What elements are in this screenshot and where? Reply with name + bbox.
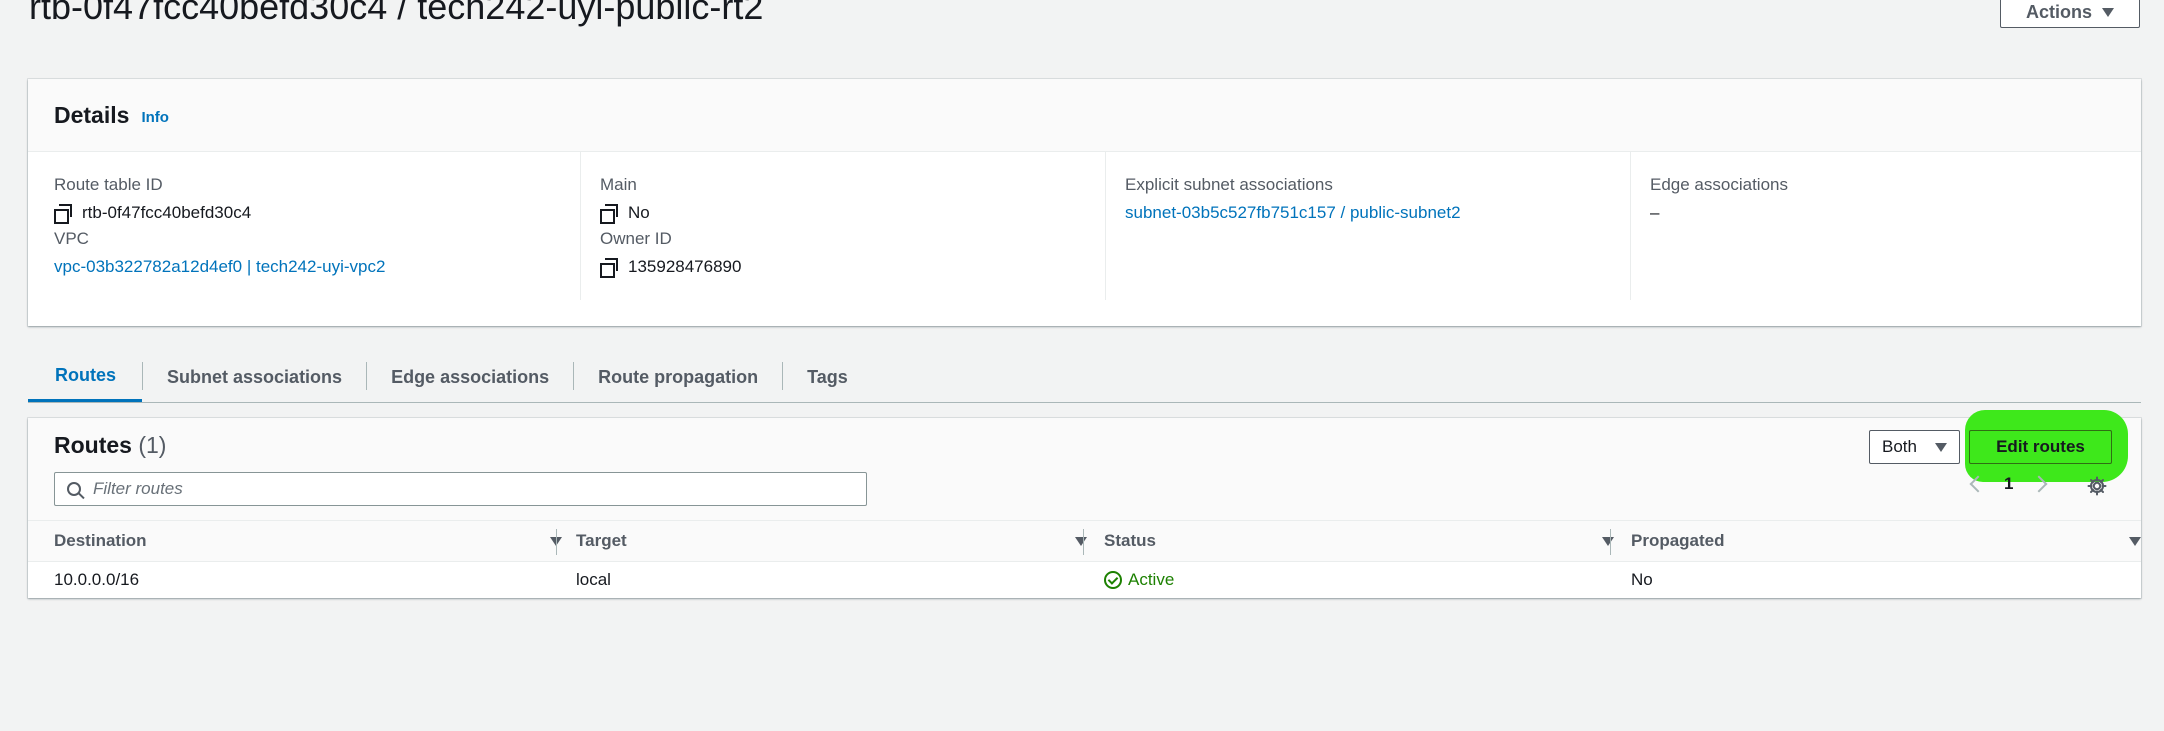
caret-down-icon bbox=[2102, 7, 2114, 17]
check-circle-icon bbox=[1104, 570, 1122, 589]
table-row: 10.0.0.0/16 local Active No bbox=[28, 561, 2141, 598]
sort-icon[interactable] bbox=[1602, 536, 1614, 546]
explicit-subnet-link[interactable]: subnet-03b5c527fb751c157 / public-subnet… bbox=[1125, 203, 1461, 223]
details-grid: Route table ID rtb-0f47fcc40befd30c4 VPC… bbox=[28, 152, 2141, 326]
sort-icon[interactable] bbox=[1075, 536, 1087, 546]
main-label: Main bbox=[600, 175, 637, 194]
column-divider[interactable] bbox=[1083, 529, 1084, 555]
owner-id: 135928476890 bbox=[628, 257, 742, 276]
cell-target: local bbox=[576, 569, 611, 589]
edit-routes-button[interactable]: Edit routes bbox=[1969, 430, 2112, 464]
details-column-4: Edge associations – bbox=[1630, 152, 2156, 300]
explicit-subnet-label: Explicit subnet associations bbox=[1125, 175, 1333, 194]
filter-routes-input[interactable] bbox=[91, 478, 855, 500]
column-header-label: Propagated bbox=[1631, 531, 1725, 550]
route-table-id: rtb-0f47fcc40befd30c4 bbox=[82, 203, 252, 222]
actions-label: Actions bbox=[2025, 1, 2092, 22]
details-panel: Details Info Route table ID rtb-0f47fcc4… bbox=[28, 79, 2141, 326]
column-header-destination[interactable]: Destination bbox=[54, 521, 562, 561]
vpc-link[interactable]: vpc-03b322782a12d4ef0 | tech242-uyi-vpc2 bbox=[54, 257, 385, 277]
column-divider[interactable] bbox=[1610, 529, 1611, 555]
filter-routes-field[interactable] bbox=[54, 472, 867, 506]
gear-icon[interactable] bbox=[2087, 476, 2107, 496]
chevron-left-icon[interactable] bbox=[1969, 475, 1987, 493]
column-header-status[interactable]: Status bbox=[1104, 521, 1614, 561]
info-link[interactable]: Info bbox=[141, 109, 169, 126]
vpc-label: VPC bbox=[54, 229, 89, 248]
routes-header: Routes (1) Both Edit routes 1 bbox=[28, 410, 2141, 520]
tab-subnet-associations[interactable]: Subnet associations bbox=[143, 352, 366, 402]
chevron-right-icon[interactable] bbox=[2030, 475, 2048, 493]
routes-title-text: Routes bbox=[54, 432, 132, 458]
details-header: Details Info bbox=[28, 79, 2141, 152]
tab-bar: Routes Subnet associations Edge associat… bbox=[28, 352, 2141, 403]
routes-count: (1) bbox=[138, 432, 167, 458]
page-number[interactable]: 1 bbox=[2004, 474, 2013, 494]
actions-button[interactable]: Actions bbox=[2000, 0, 2140, 28]
column-header-label: Status bbox=[1104, 531, 1156, 550]
tab-route-propagation[interactable]: Route propagation bbox=[574, 352, 782, 402]
owner-id-label: Owner ID bbox=[600, 229, 672, 248]
details-column-3: Explicit subnet associations subnet-03b5… bbox=[1105, 152, 1631, 300]
tab-routes[interactable]: Routes bbox=[28, 352, 143, 402]
copy-icon[interactable] bbox=[600, 204, 618, 224]
main-value: No bbox=[600, 203, 650, 224]
details-column-1: Route table ID rtb-0f47fcc40befd30c4 VPC… bbox=[54, 152, 579, 300]
pagination: 1 bbox=[1969, 474, 2048, 494]
routes-panel: Routes (1) Both Edit routes 1 Destinatio… bbox=[28, 410, 2141, 598]
column-header-propagated[interactable]: Propagated bbox=[1631, 521, 2141, 561]
column-header-label: Destination bbox=[54, 531, 147, 550]
edge-associations-value: – bbox=[1650, 203, 1660, 222]
route-type-value: Both bbox=[1882, 437, 1917, 456]
edge-associations-label: Edge associations bbox=[1650, 175, 1788, 194]
table-header: Destination Target Status Propagated bbox=[28, 520, 2141, 562]
route-table-id-label: Route table ID bbox=[54, 175, 163, 194]
cell-destination: 10.0.0.0/16 bbox=[54, 569, 140, 589]
copy-icon[interactable] bbox=[600, 258, 618, 278]
tab-edge-associations[interactable]: Edge associations bbox=[367, 352, 573, 402]
column-divider[interactable] bbox=[556, 529, 557, 555]
route-table-id-value: rtb-0f47fcc40befd30c4 bbox=[54, 203, 252, 224]
search-icon bbox=[67, 482, 81, 496]
cell-status: Active bbox=[1104, 561, 1174, 598]
column-header-label: Target bbox=[576, 531, 627, 550]
main: No bbox=[628, 203, 650, 222]
page-title: rtb-0f47fcc40befd30c4 / tech242-uyi-publ… bbox=[29, 0, 764, 27]
details-title: Details bbox=[54, 101, 130, 128]
caret-down-icon bbox=[1935, 442, 1947, 452]
column-header-target[interactable]: Target bbox=[576, 521, 1087, 561]
cell-propagated: No bbox=[1631, 569, 1653, 589]
details-column-2: Main No Owner ID 135928476890 bbox=[580, 152, 1106, 300]
sort-icon[interactable] bbox=[2129, 536, 2141, 546]
routes-title: Routes (1) bbox=[54, 432, 166, 459]
owner-id-value: 135928476890 bbox=[600, 257, 742, 278]
tab-tags[interactable]: Tags bbox=[783, 352, 872, 402]
copy-icon[interactable] bbox=[54, 204, 72, 224]
status-text: Active bbox=[1128, 569, 1175, 589]
route-type-select[interactable]: Both bbox=[1869, 430, 1960, 464]
